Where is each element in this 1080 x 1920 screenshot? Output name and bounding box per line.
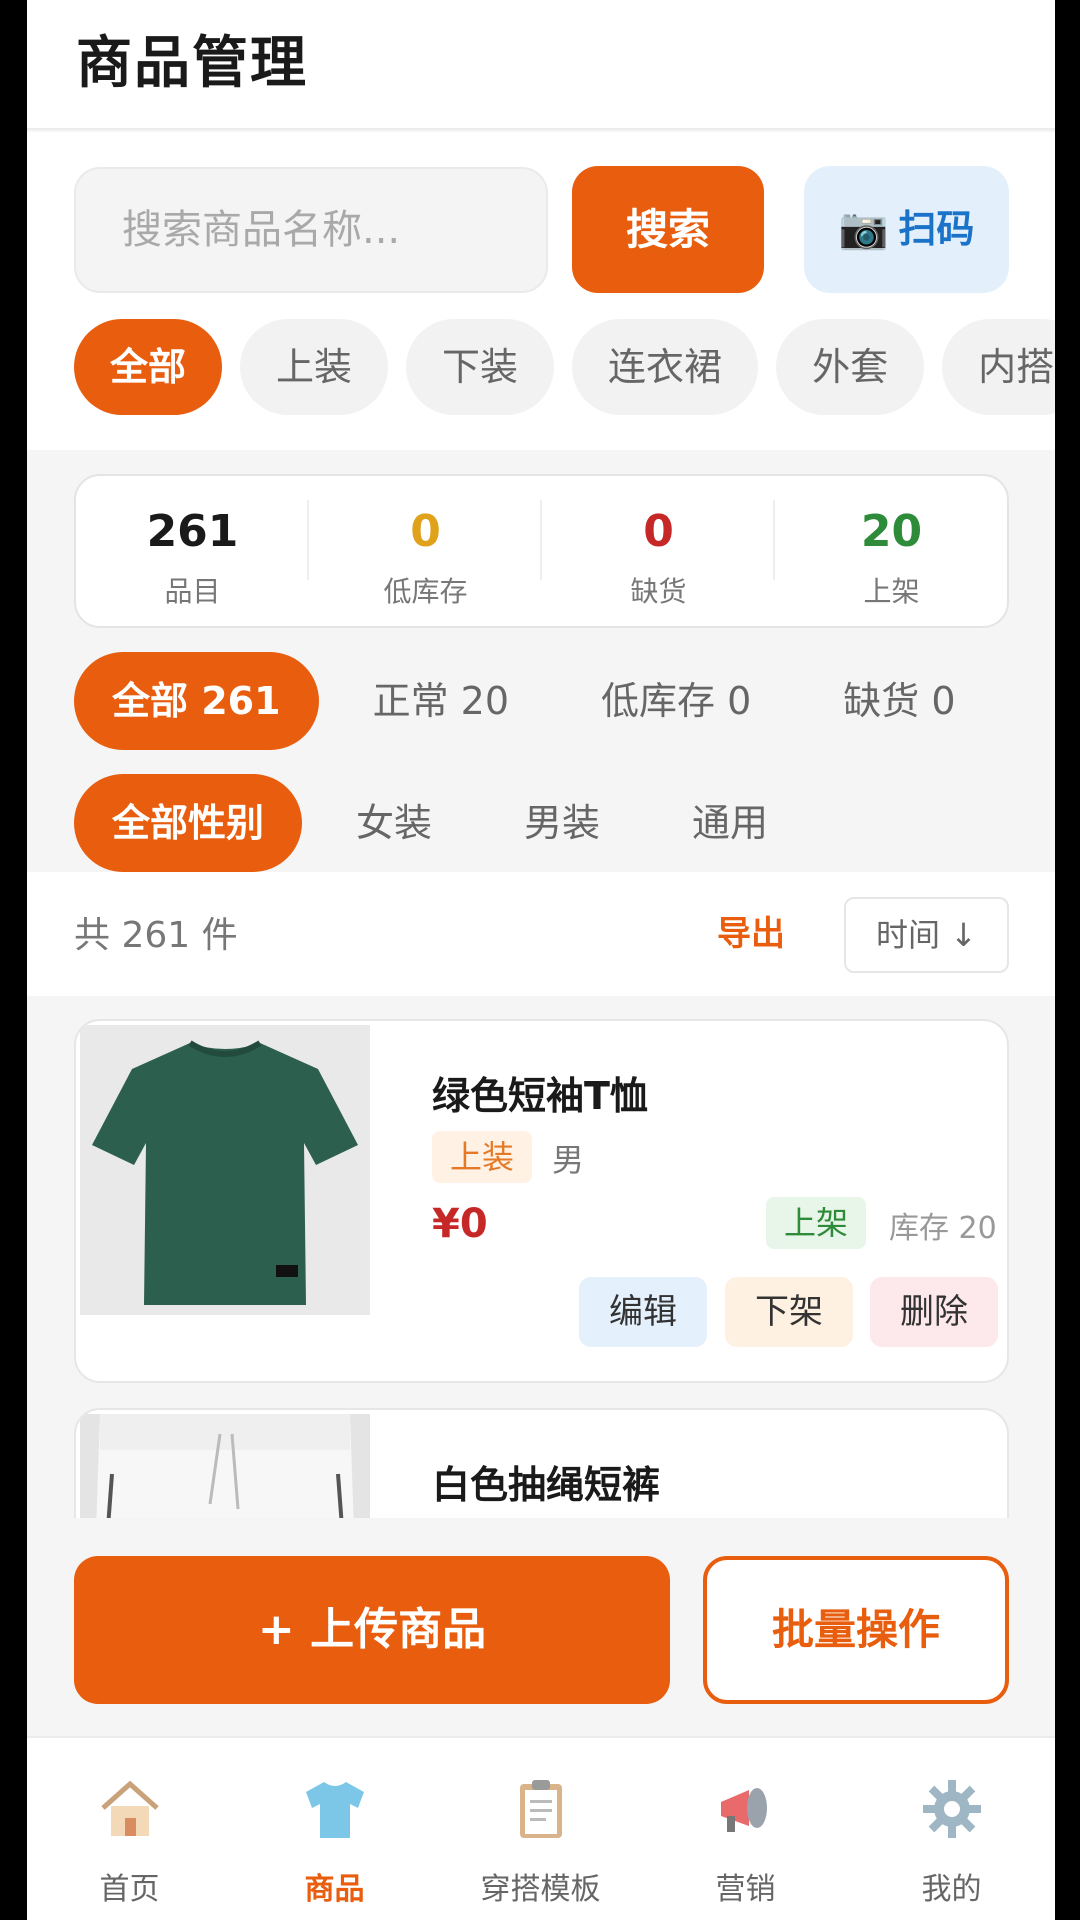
tab-label: 商品 [304,1872,365,1907]
category-chip-tops[interactable]: 上装 [240,319,389,415]
stat-out-of-stock: 0 缺货 [542,476,775,626]
category-tag: 上装 [432,1131,533,1183]
product-image [80,1025,370,1315]
tab-label: 我的 [921,1872,982,1907]
tab-label: 首页 [99,1872,160,1907]
product-price: ¥0 [432,1201,488,1247]
tshirt-icon [306,1782,364,1838]
stat-items: 261 品目 [76,476,309,626]
batch-operation-button[interactable]: 批量操作 [703,1556,1009,1704]
scan-button[interactable]: 📷 扫码 [804,166,1009,293]
bottom-tab-bar: 首页 商品 穿搭模板 营销 我的 [27,1736,1055,1920]
total-count: 共 261 件 [74,915,238,956]
stat-label: 缺货 [630,575,687,608]
sort-dropdown[interactable]: 时间 ↓ [844,897,1009,973]
delete-button[interactable]: 删除 [870,1277,998,1347]
status-badge: 上架 [766,1197,867,1249]
camera-icon: 📷 [838,206,889,252]
tab-outfit-templates[interactable]: 穿搭模板 [438,1738,643,1920]
clipboard-icon [520,1780,562,1838]
tshirt-photo [80,1025,370,1315]
gender-label: 男 [552,1141,585,1179]
category-chip-dresses[interactable]: 连衣裙 [572,319,759,415]
category-chip-bottoms[interactable]: 下装 [406,319,555,415]
search-button[interactable]: 搜索 [572,166,764,293]
app-screen: 商品管理 搜索商品名称... 搜索 📷 扫码 全部 上装 下装 连衣裙 外套 内搭 261 … [27,0,1055,1920]
edit-button[interactable]: 编辑 [579,1277,707,1347]
tab-label: 穿搭模板 [480,1872,601,1907]
stat-value: 0 [410,506,441,557]
unlist-button[interactable]: 下架 [725,1277,853,1347]
status-filter-out-of-stock[interactable]: 缺货 0 [805,652,993,750]
export-button[interactable]: 导出 [717,906,785,955]
stats-card: 261 品目 0 低库存 0 缺货 20 上架 [74,474,1009,628]
status-filter-normal[interactable]: 正常 20 [335,652,547,750]
status-filter-all[interactable]: 全部 261 [74,652,319,750]
gender-filter-all[interactable]: 全部性别 [74,774,303,872]
product-card[interactable]: 绿色短袖T恤 上装 男 ¥0 上架 库存 20 编辑 下架 删除 [74,1019,1009,1383]
upload-product-button[interactable]: + 上传商品 [74,1556,670,1704]
category-chip-inner[interactable]: 内搭 [942,319,1055,415]
stat-low-stock: 0 低库存 [309,476,542,626]
stock-label: 库存 20 [889,1211,997,1246]
category-chip-all[interactable]: 全部 [74,319,223,415]
search-input[interactable]: 搜索商品名称... [74,167,548,293]
gender-filter-men[interactable]: 男装 [486,774,638,872]
stat-value: 261 [146,506,239,557]
tab-marketing[interactable]: 营销 [643,1738,848,1920]
stat-label: 上架 [863,575,920,608]
page-title: 商品管理 [76,31,308,96]
product-name: 绿色短袖T恤 [432,1074,648,1118]
status-filter-row: 全部 261 正常 20 低库存 0 缺货 0 [74,652,1010,750]
gender-filter-women[interactable]: 女装 [318,774,470,872]
megaphone-icon [721,1788,767,1832]
category-chips: 全部 上装 下装 连衣裙 外套 内搭 [74,319,1055,415]
stat-label: 低库存 [383,575,468,608]
stat-value: 20 [860,506,923,557]
bottom-action-bar: + 上传商品 批量操作 [27,1518,1055,1736]
tab-label: 营销 [715,1872,776,1907]
product-name: 白色抽绳短裤 [432,1463,661,1507]
gender-filter-row: 全部性别 女装 男装 通用 [74,774,822,872]
scan-label: 扫码 [898,207,975,251]
category-chip-outerwear[interactable]: 外套 [776,319,925,415]
stat-value: 0 [643,506,674,557]
tab-profile[interactable]: 我的 [849,1738,1054,1920]
list-toolbar: 共 261 件 导出 时间 ↓ [27,872,1055,996]
search-and-category-section: 搜索商品名称... 搜索 📷 扫码 全部 上装 下装 连衣裙 外套 内搭 [27,132,1055,450]
home-icon [101,1780,159,1836]
stat-label: 品目 [164,575,221,608]
gender-filter-unisex[interactable]: 通用 [654,774,806,872]
status-filter-low-stock[interactable]: 低库存 0 [563,652,789,750]
header: 商品管理 [27,0,1055,130]
tab-home[interactable]: 首页 [27,1738,232,1920]
tab-products[interactable]: 商品 [232,1738,437,1920]
gear-icon [923,1780,981,1838]
stat-listed: 20 上架 [775,476,1008,626]
